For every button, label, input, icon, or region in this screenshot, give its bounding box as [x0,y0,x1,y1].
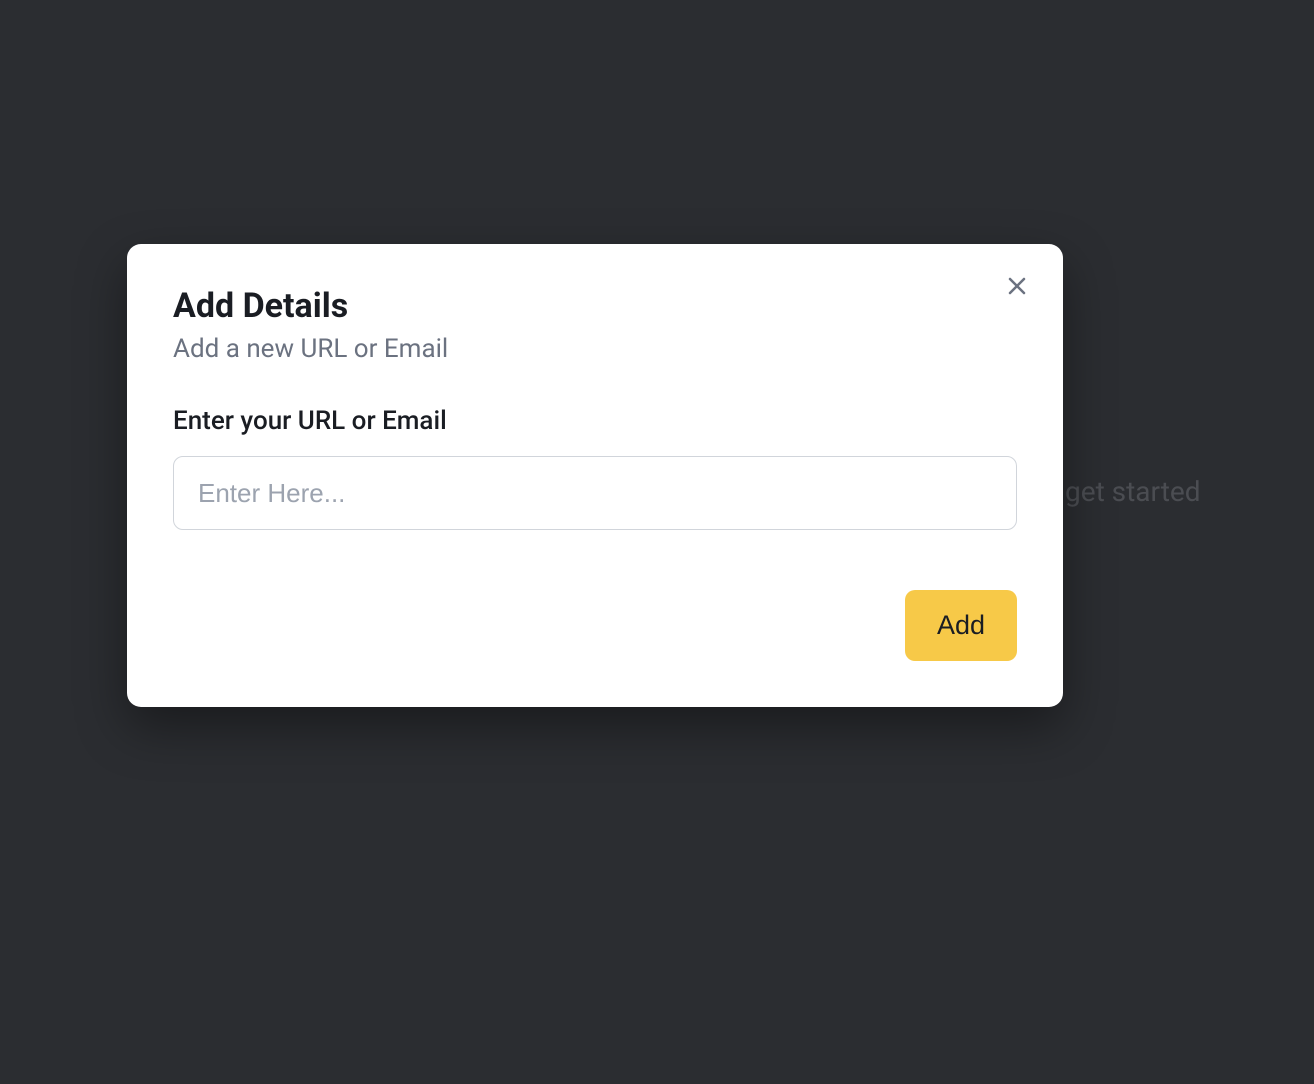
modal-subtitle: Add a new URL or Email [173,334,1017,364]
modal-title: Add Details [173,286,1017,326]
url-email-input[interactable] [173,456,1017,530]
add-details-modal: Add Details Add a new URL or Email Enter… [127,244,1063,707]
add-button[interactable]: Add [905,590,1017,661]
close-button[interactable] [1003,272,1031,300]
close-icon [1005,274,1029,298]
input-label: Enter your URL or Email [173,406,1017,436]
modal-footer: Add [173,590,1017,661]
modal-overlay: Add Details Add a new URL or Email Enter… [0,0,1314,1084]
